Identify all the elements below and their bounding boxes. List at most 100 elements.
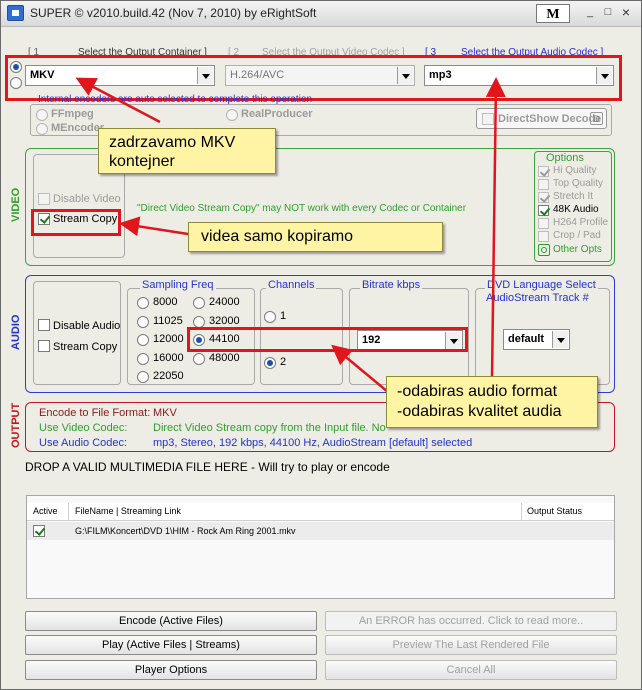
maximize-button[interactable]: □ (600, 6, 616, 20)
cancel-all-button[interactable]: Cancel All (325, 660, 617, 680)
column-divider (68, 503, 69, 521)
close-button[interactable]: × (618, 5, 634, 20)
channel-1-radio[interactable] (264, 311, 276, 323)
sampling-freq-radio[interactable] (137, 334, 149, 346)
column-divider (521, 503, 522, 521)
option-label: Hi Quality (553, 165, 597, 176)
output-audio-codec-value: mp3, Stereo, 192 kbps, 44100 Hz, AudioSt… (153, 437, 473, 449)
output-side-label: OUTPUT (10, 402, 22, 448)
chevron-down-icon (552, 331, 568, 348)
minimize-button[interactable]: _ (582, 6, 598, 20)
m-button[interactable]: M (536, 4, 570, 23)
other-opts-icon[interactable] (538, 244, 550, 256)
option-label: Top Quality (553, 178, 604, 189)
annotation-audio-line1: -odabiras audio format (397, 383, 558, 400)
sampling-freq-title: Sampling Freq (140, 279, 216, 291)
option-checkbox[interactable] (538, 218, 549, 229)
sampling-freq-label: 24000 (209, 296, 240, 308)
output-video-codec-value: Direct Video Stream copy from the Input … (153, 422, 386, 434)
audio-side-label: AUDIO (10, 314, 22, 350)
audio-track-select-value: default (508, 333, 545, 345)
sampling-freq-label: 16000 (153, 351, 184, 364)
disable-audio-checkbox[interactable] (38, 319, 50, 331)
mencoder-radio[interactable] (36, 123, 48, 135)
sampling-freq-label: 12000 (153, 333, 184, 345)
channel-1-label: 1 (280, 310, 287, 322)
col-output-status[interactable]: Output Status (527, 506, 582, 516)
sampling-freq-radio[interactable] (137, 352, 149, 365)
window-title: SUPER © v2010.build.42 (Nov 7, 2010) by … (30, 6, 317, 20)
sampling-freq-label: 48000 (209, 351, 240, 364)
annotation-audio-line2: -odabiras kvalitet audia (397, 403, 562, 420)
annotation-callout-mkv: zadrzavamo MKV kontejner (98, 128, 276, 174)
annotation-video-text: videa samo kopiramo (201, 228, 354, 245)
col-filename[interactable]: FileName | Streaming Link (75, 506, 181, 516)
play-button[interactable]: Play (Active Files | Streams) (25, 635, 317, 655)
sampling-freq-radio[interactable] (137, 315, 149, 328)
output-video-codec-label: Use Video Codec: (39, 422, 128, 434)
output-format-label: Encode to File Format: (39, 407, 151, 419)
video-side-label: VIDEO (10, 187, 22, 222)
preview-button[interactable]: Preview The Last Rendered File (325, 635, 617, 655)
option-checkbox[interactable] (538, 231, 549, 242)
audio-quality-highlight-box (187, 327, 468, 352)
drop-zone-text: DROP A VALID MULTIMEDIA FILE HERE - Will… (25, 460, 390, 474)
output-format-value: MKV (153, 407, 177, 419)
dvd-audiostream-title: AudioStream Track # (486, 292, 589, 304)
option-checkbox[interactable] (538, 192, 549, 203)
sampling-freq-label: 22050 (153, 370, 184, 382)
annotation-callout-video: videa samo kopiramo (188, 222, 443, 252)
channel-2-radio[interactable] (264, 357, 276, 369)
sampling-freq-label: 32000 (209, 314, 240, 327)
option-label: Stretch It (553, 191, 594, 202)
app-icon (7, 5, 24, 21)
sampling-freq-radio[interactable] (193, 352, 205, 365)
dvd-language-title: DVD Language Select (485, 279, 598, 291)
realproducer-radio[interactable] (226, 109, 238, 121)
annotation-callout-audio: -odabiras audio format -odabiras kvalite… (386, 376, 598, 428)
sampling-freq-label: 11025 (153, 314, 183, 327)
ffmpeg-radio[interactable] (36, 109, 48, 121)
sampling-freq-radio[interactable] (193, 297, 205, 309)
options-title: Options (546, 152, 584, 164)
bitrate-title: Bitrate kbps (360, 279, 423, 291)
audio-track-select[interactable]: default (503, 329, 570, 350)
channel-2-label: 2 (280, 356, 287, 368)
disable-video-label: Disable Video (53, 193, 121, 205)
option-label: 48K Audio (553, 204, 599, 215)
sampling-freq-radio[interactable] (193, 315, 205, 328)
file-active-checkbox[interactable] (33, 525, 45, 537)
audio-mode-box (33, 281, 121, 385)
player-options-button[interactable]: Player Options (25, 660, 317, 680)
realproducer-label: RealProducer (241, 108, 313, 120)
output-audio-codec-label: Use Audio Codec: (39, 437, 128, 449)
col-active[interactable]: Active (33, 506, 58, 516)
directshow-checkbox[interactable] (482, 113, 494, 125)
option-label: Crop / Pad (553, 230, 601, 241)
stream-copy-highlight-box (31, 209, 121, 236)
option-checkbox[interactable] (538, 166, 549, 177)
channels-title: Channels (266, 279, 317, 291)
video-warning-text: "Direct Video Stream Copy" may NOT work … (137, 203, 467, 214)
file-name: G:\FILM\Koncert\DVD 1\HIM - Rock Am Ring… (75, 526, 296, 536)
audio-stream-copy-label: Stream Copy (53, 341, 118, 353)
error-button[interactable]: An ERROR has occurred. Click to read mor… (325, 611, 617, 631)
disable-video-checkbox[interactable] (38, 193, 50, 205)
option-checkbox[interactable] (538, 205, 549, 216)
annotation-mkv-line1: zadrzavamo MKV (109, 134, 236, 151)
directshow-key-icon: D (590, 112, 603, 125)
audio-stream-copy-checkbox[interactable] (38, 340, 50, 352)
encode-button[interactable]: Encode (Active Files) (25, 611, 317, 631)
option-checkbox[interactable] (538, 179, 549, 190)
directshow-decode-toggle[interactable]: DirectShow Decode D (476, 108, 607, 129)
disable-audio-label: Disable Audio (53, 320, 121, 332)
option-label: H264 Profile (553, 217, 609, 228)
ffmpeg-label: FFmpeg (51, 108, 94, 120)
directshow-label: DirectShow Decode (498, 113, 602, 125)
annotation-mkv-line2: kontejner (109, 153, 175, 170)
sampling-freq-radio[interactable] (137, 297, 149, 309)
sampling-freq-radio[interactable] (137, 371, 149, 383)
sampling-freq-label: 8000 (153, 296, 178, 308)
other-opts-label[interactable]: Other Opts (553, 244, 602, 255)
mencoder-label: MEncoder (51, 122, 105, 134)
